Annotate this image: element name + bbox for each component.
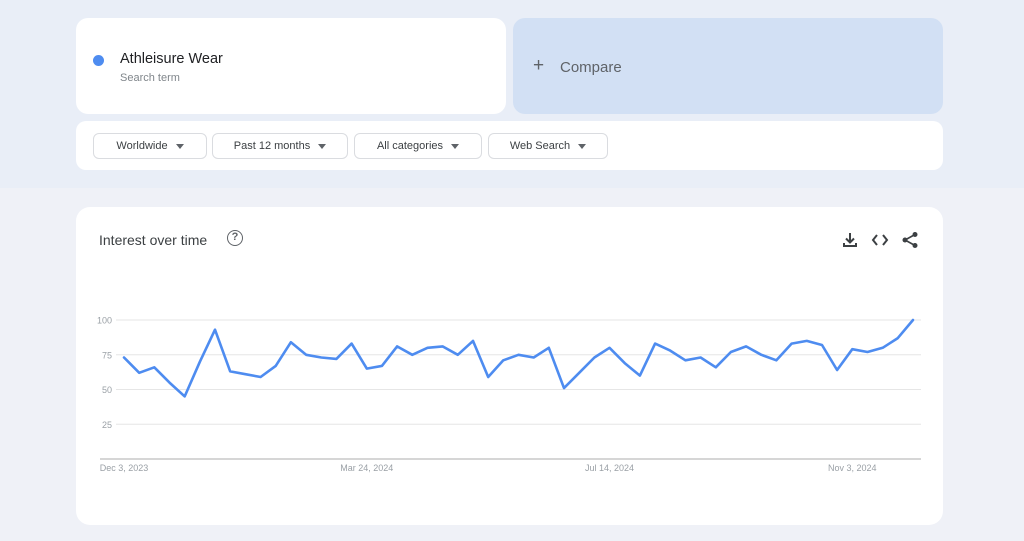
dropdown-caret-icon [318,143,327,149]
filter-bar: Worldwide Past 12 months All categories … [76,121,943,170]
filter-time-range-dropdown[interactable]: Past 12 months [212,133,348,159]
compare-label: Compare [560,59,622,76]
y-tick-label: 75 [102,350,112,360]
series-line-athleisure-wear [122,318,915,398]
y-tick-label: 25 [102,420,112,430]
filter-category-dropdown[interactable]: All categories [354,133,482,159]
filter-search-type-dropdown[interactable]: Web Search [488,133,608,159]
filter-category-label: All categories [376,140,444,152]
x-tick-label: Mar 24, 2024 [340,463,393,473]
filter-location-label: Worldwide [116,140,168,152]
compare-button[interactable]: + Compare [513,18,943,114]
filter-time-range-label: Past 12 months [233,140,311,152]
y-tick-label: 50 [102,385,112,395]
x-tick-label: Dec 3, 2023 [100,463,149,473]
filter-search-type-label: Web Search [509,140,571,152]
x-tick-label: Nov 3, 2024 [828,463,877,473]
plus-icon: + [533,55,545,76]
line-chart: 25 50 75 100 Dec 3, 2023 Mar 24, 2024 Jul 14, … [97,316,921,473]
search-term-card[interactable]: Athleisure Wear Search term [76,18,506,114]
dropdown-caret-icon [451,143,460,149]
dropdown-caret-icon [175,143,184,149]
filter-location-dropdown[interactable]: Worldwide [93,133,207,159]
dropdown-caret-icon [578,143,587,149]
search-term-subtitle: Search term [120,72,180,84]
search-term-name[interactable]: Athleisure Wear [120,51,223,67]
y-tick-label: 100 [97,316,112,326]
x-tick-label: Jul 14, 2024 [585,463,634,473]
series-color-dot [93,55,104,66]
interest-over-time-card: Interest over time ? 25 50 75 100 Dec 3, 202… [76,207,943,525]
